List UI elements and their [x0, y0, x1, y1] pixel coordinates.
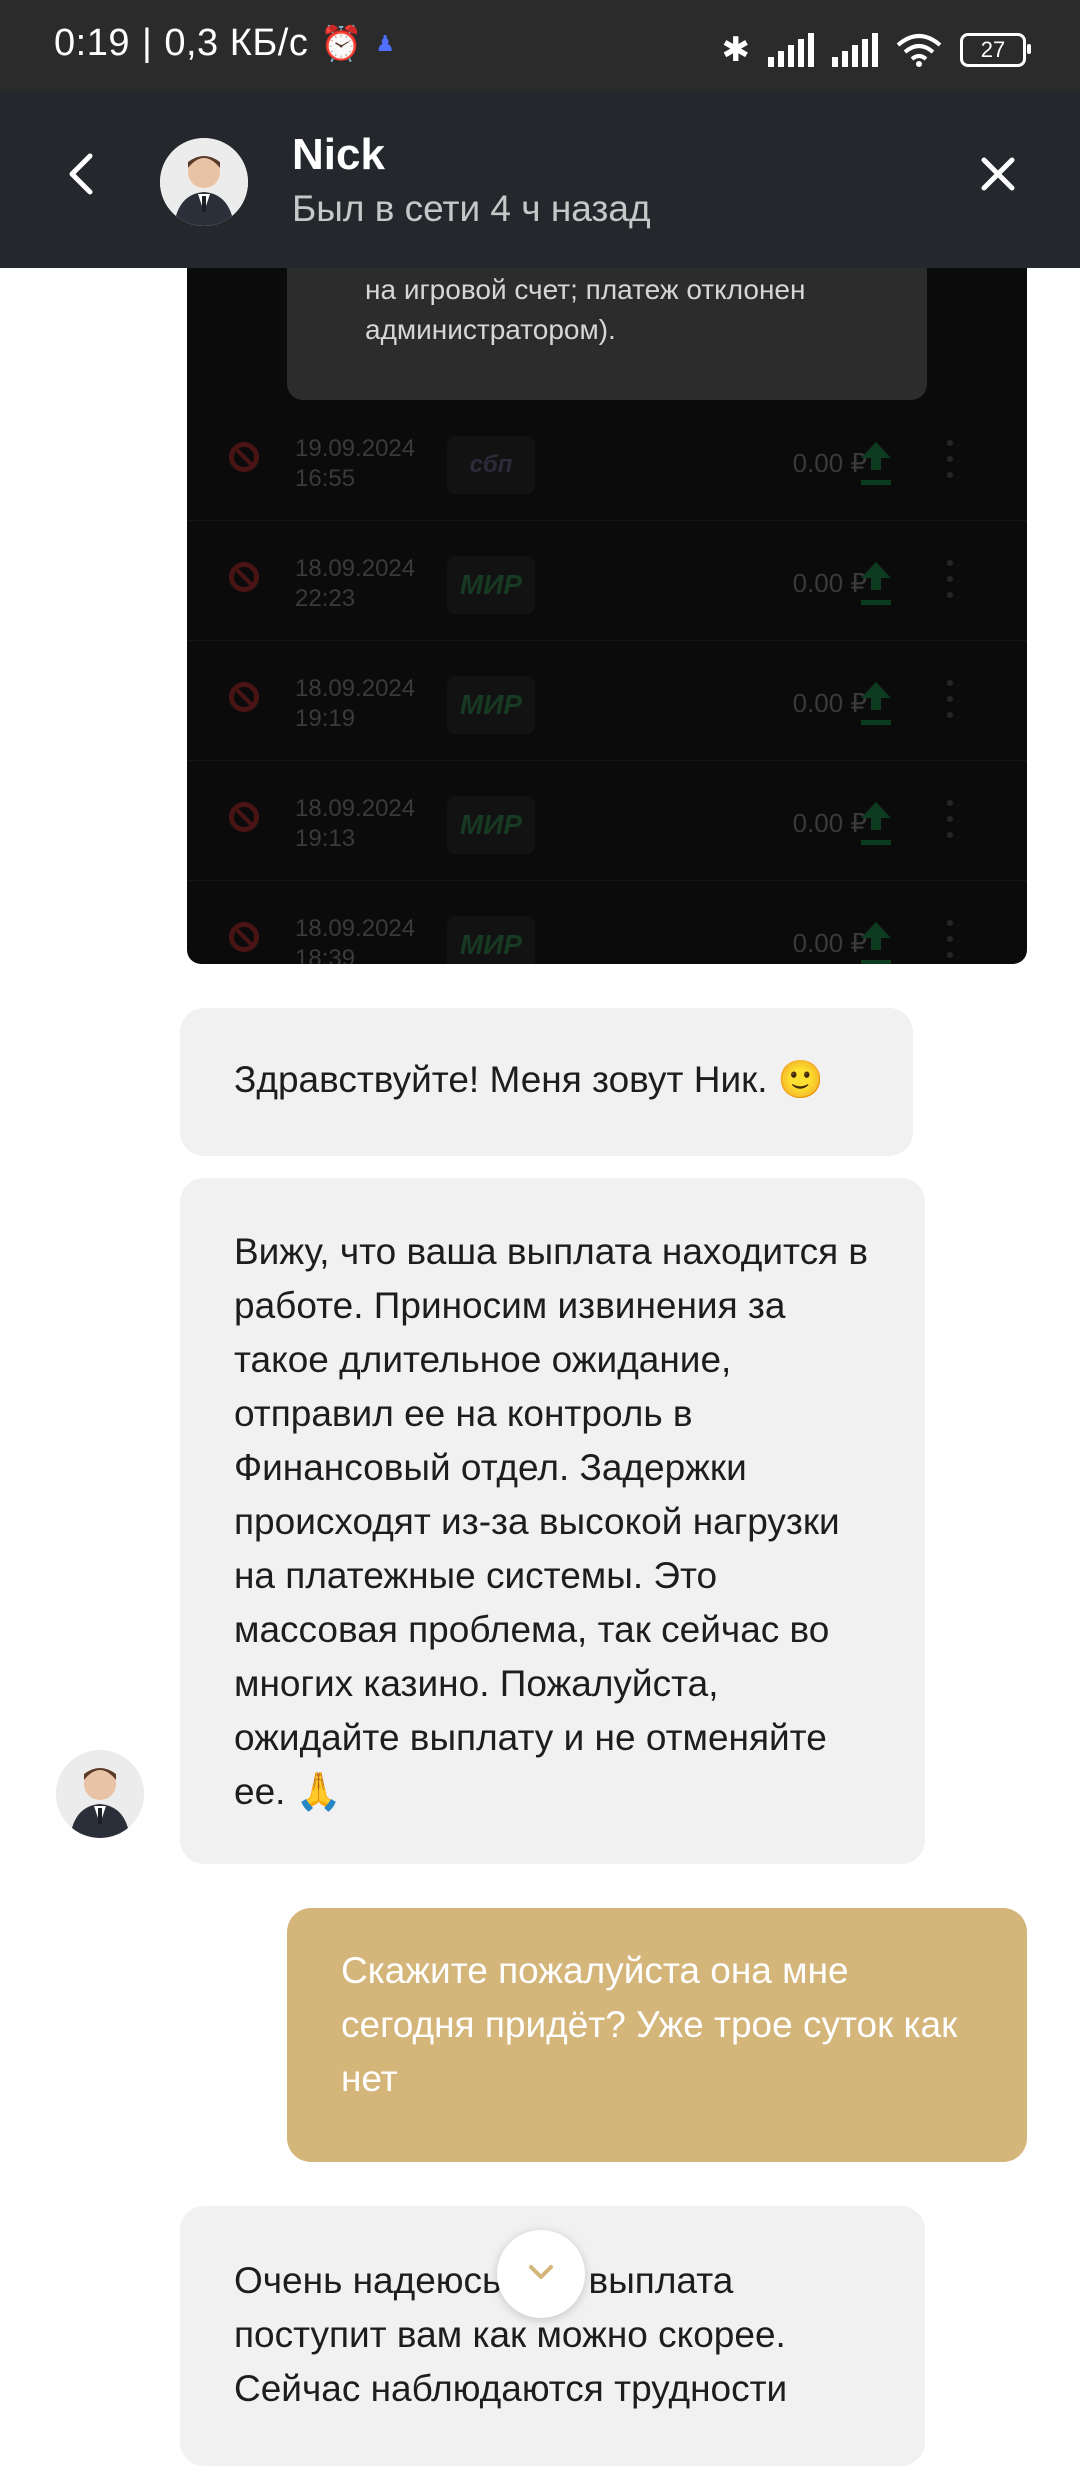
- withdraw-base: [861, 600, 891, 605]
- status-left: 0:19 | 0,3 КБ/с ⏰ ♟: [54, 22, 395, 65]
- row-date: 19.09.2024: [295, 435, 416, 462]
- cancelled-icon: [229, 922, 259, 952]
- row-time: 16:55: [295, 465, 356, 492]
- status-time: 0:19: [54, 22, 130, 64]
- row-time: 19:13: [295, 825, 356, 852]
- row-time: 18:39: [295, 945, 356, 964]
- payment-method: МИР: [447, 916, 535, 964]
- notification-icon: ♟: [375, 30, 396, 56]
- table-row: 19.09.2024 16:55 сбп 0.00 ₽: [187, 400, 1027, 521]
- row-time: 22:23: [295, 585, 356, 612]
- withdraw-base: [861, 480, 891, 485]
- alarm-icon: ⏰: [320, 24, 364, 63]
- more-options-icon: [947, 800, 953, 840]
- withdraw-arrow-icon: [861, 562, 891, 598]
- amount-value: 0.00: [792, 808, 844, 838]
- table-row: 18.09.2024 19:19 МИР 0.00 ₽: [187, 640, 1027, 761]
- battery-level: 27: [980, 37, 1006, 62]
- agent-portrait-icon: [56, 1750, 144, 1838]
- row-time: 19:19: [295, 705, 356, 732]
- more-options-icon: [947, 560, 953, 600]
- cancelled-icon: [229, 442, 259, 472]
- status-bar: 0:19 | 0,3 КБ/с ⏰ ♟ ✱ 27: [0, 0, 1080, 92]
- amount-value: 0.00: [792, 688, 844, 718]
- payment-method: сбп: [447, 436, 535, 494]
- table-row: 18.09.2024 18:39 МИР 0.00 ₽: [187, 880, 1027, 964]
- agent-portrait-icon: [160, 138, 248, 226]
- cancelled-icon: [229, 682, 259, 712]
- cancelled-icon: [229, 802, 259, 832]
- row-amount: 0.00 ₽: [793, 928, 867, 959]
- more-options-icon: [947, 680, 953, 720]
- payment-method: МИР: [447, 676, 535, 734]
- attachment-tooltip: на игровой счет; платеж отклонен админис…: [287, 268, 927, 400]
- withdraw-arrow-icon: [861, 442, 891, 478]
- status-separator: |: [141, 22, 153, 64]
- scroll-down-button[interactable]: [497, 2230, 585, 2318]
- row-date: 18.09.2024: [295, 795, 416, 822]
- chat-header: Nick Был в сети 4 ч назад: [0, 92, 1080, 268]
- image-attachment[interactable]: на игровой счет; платеж отклонен админис…: [187, 268, 1027, 964]
- avatar[interactable]: [160, 138, 248, 226]
- amount-value: 0.00: [792, 928, 844, 958]
- payment-method: МИР: [447, 796, 535, 854]
- agent-message: Здравствуйте! Меня зовут Ник. 🙂: [180, 1008, 913, 1156]
- status-right: ✱ 27: [721, 30, 1031, 70]
- amount-value: 0.00: [792, 568, 844, 598]
- close-icon: [981, 157, 1015, 191]
- signal-2-icon: [832, 33, 878, 67]
- battery-icon: 27: [960, 33, 1031, 67]
- more-options-icon: [947, 920, 953, 960]
- more-options-icon: [947, 440, 953, 480]
- amount-value: 0.00: [792, 448, 844, 478]
- agent-message: Вижу, что ваша выплата находится в работ…: [180, 1178, 925, 1864]
- row-date: 18.09.2024: [295, 675, 416, 702]
- cancelled-icon: [229, 562, 259, 592]
- status-speed: 0,3 КБ/с: [164, 22, 309, 64]
- row-amount: 0.00 ₽: [793, 808, 867, 839]
- row-date: 18.09.2024: [295, 915, 416, 942]
- back-button[interactable]: [60, 144, 120, 214]
- signal-icon: [768, 33, 814, 67]
- withdraw-arrow-icon: [861, 682, 891, 718]
- payment-method: МИР: [447, 556, 535, 614]
- row-amount: 0.00 ₽: [793, 568, 867, 599]
- withdraw-base: [861, 960, 891, 964]
- bluetooth-icon: ✱: [721, 31, 751, 69]
- row-amount: 0.00 ₽: [793, 688, 867, 719]
- contact-status: Был в сети 4 ч назад: [292, 188, 651, 229]
- wifi-icon: [896, 34, 942, 67]
- contact-name: Nick: [292, 130, 385, 179]
- row-date: 18.09.2024: [295, 555, 416, 582]
- chevron-left-icon: [69, 153, 93, 195]
- withdraw-arrow-icon: [861, 802, 891, 838]
- agent-avatar[interactable]: [56, 1750, 144, 1838]
- withdraw-base: [861, 720, 891, 725]
- close-button[interactable]: [968, 144, 1028, 214]
- withdraw-arrow-icon: [861, 922, 891, 958]
- table-row: 18.09.2024 19:13 МИР 0.00 ₽: [187, 760, 1027, 881]
- table-row: 18.09.2024 22:23 МИР 0.00 ₽: [187, 520, 1027, 641]
- row-amount: 0.00 ₽: [793, 448, 867, 479]
- withdraw-base: [861, 840, 891, 845]
- user-message: Скажите пожалуйста она мне сегодня придё…: [287, 1908, 1027, 2162]
- chevron-down-icon: [529, 2265, 553, 2279]
